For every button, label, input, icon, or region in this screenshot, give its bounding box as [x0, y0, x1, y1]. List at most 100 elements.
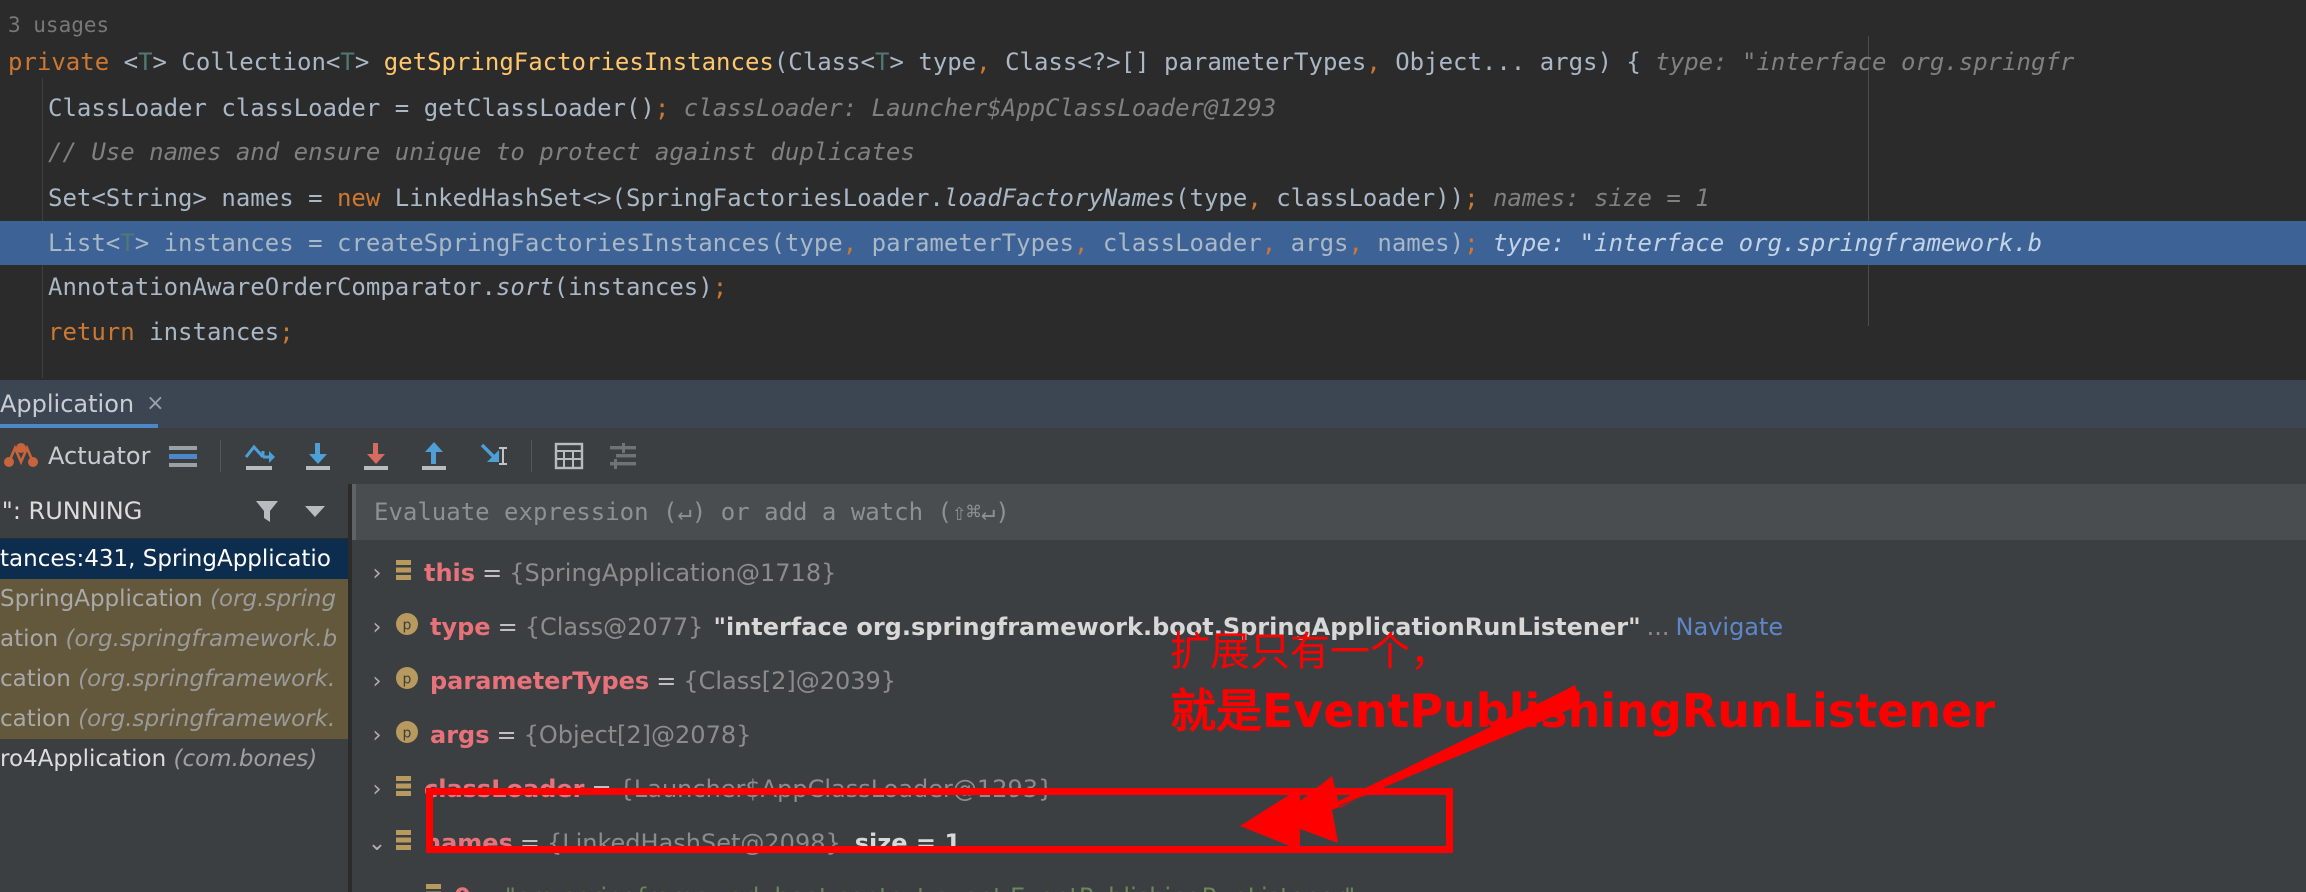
- code-token: ;: [654, 94, 670, 122]
- code-token: ;: [279, 318, 294, 346]
- frames-list: tances:431, SpringApplicatio SpringApplic…: [0, 539, 348, 779]
- chevron-right-icon[interactable]: ›: [360, 561, 394, 586]
- variable-name: 0: [454, 883, 471, 892]
- evaluate-expression-placeholder: Evaluate expression (↵) or add a watch (…: [374, 498, 1010, 526]
- frame-package-label: (org.spring: [210, 586, 337, 612]
- actuator-icon[interactable]: [0, 428, 48, 484]
- code-line-text: private <T> Collection<T> getSpringFacto…: [0, 48, 2074, 76]
- code-token: return: [48, 318, 135, 346]
- chevron-down-icon[interactable]: ⌄: [360, 831, 394, 856]
- code-token: (Class<: [773, 48, 876, 76]
- svg-text:p: p: [403, 618, 412, 634]
- code-token: >: [354, 48, 384, 76]
- frames-list-icon[interactable]: [156, 428, 210, 484]
- evaluate-expression-bar[interactable]: Evaluate expression (↵) or add a watch (…: [352, 484, 2306, 540]
- step-over-icon[interactable]: [231, 428, 289, 484]
- parameter-icon: p: [394, 611, 420, 643]
- variable-row[interactable]: › 0 = "org.springframework.boot.context.eve…: [352, 870, 2306, 892]
- actuator-label[interactable]: Actuator: [48, 442, 156, 470]
- code-token: ,: [1348, 229, 1363, 257]
- code-token: T: [120, 229, 135, 257]
- frame-row[interactable]: cation (org.springframework.: [0, 659, 348, 699]
- code-line-text: AnnotationAwareOrderComparator.sort(inst…: [0, 273, 727, 301]
- frame-row[interactable]: cation (org.springframework.: [0, 699, 348, 739]
- debug-toolbar: Actuator: [0, 428, 2306, 484]
- variable-equals: =: [482, 559, 503, 587]
- frame-row[interactable]: ro4Application (com.bones): [0, 739, 348, 779]
- frame-package-label: (org.springframework.b: [65, 626, 338, 652]
- navigate-link[interactable]: Navigate: [1676, 613, 1784, 641]
- code-editor[interactable]: 3 usages private <T> Collection<T> getSp…: [0, 0, 2306, 380]
- code-token: // Use names and ensure unique to protec…: [48, 138, 915, 166]
- frame-method-label: tances:431, SpringApplicatio: [0, 546, 331, 572]
- evaluate-expression-icon[interactable]: [542, 428, 596, 484]
- force-step-into-icon[interactable]: [347, 428, 405, 484]
- chevron-right-icon[interactable]: ›: [360, 777, 394, 802]
- close-icon[interactable]: ×: [146, 393, 164, 415]
- usages-inlay[interactable]: 3 usages: [8, 13, 109, 37]
- frame-row[interactable]: tances:431, SpringApplicatio: [0, 539, 348, 579]
- parameter-icon-glyph: p: [396, 721, 418, 743]
- svg-text:p: p: [403, 672, 412, 688]
- toolbar-separator: [220, 440, 222, 472]
- frame-row[interactable]: ation (org.springframework.b: [0, 619, 348, 659]
- toolbar-separator-2: [531, 440, 533, 472]
- variable-equals: =: [497, 613, 518, 641]
- ide-screenshot-root: 3 usages private <T> Collection<T> getSp…: [0, 0, 2306, 892]
- variable-row[interactable]: › this = {SpringApplication@1718}: [352, 546, 2306, 600]
- variable-ellipsis: ...: [1646, 613, 1670, 641]
- code-token: ;: [1464, 184, 1479, 212]
- field-icon: [394, 558, 414, 588]
- step-into-icon[interactable]: [289, 428, 347, 484]
- chevron-right-icon[interactable]: ›: [360, 669, 394, 694]
- settings-icon[interactable]: [596, 428, 650, 484]
- field-icon-glyph: [426, 884, 441, 892]
- code-line-names[interactable]: Set<String> names = new LinkedHashSet<>(…: [0, 176, 2306, 220]
- code-token: Set<String> names =: [48, 184, 337, 212]
- code-token: AnnotationAwareOrderComparator.: [48, 273, 496, 301]
- code-line-sig[interactable]: private <T> Collection<T> getSpringFacto…: [0, 40, 2306, 84]
- code-line-classloader[interactable]: ClassLoader classLoader = getClassLoader…: [0, 86, 2306, 130]
- code-token: type: "interface org.springfr: [1640, 48, 2075, 76]
- drop-frame-icon[interactable]: [463, 428, 521, 484]
- code-token: T: [875, 48, 890, 76]
- code-line-comment[interactable]: // Use names and ensure unique to protec…: [0, 130, 2306, 174]
- tab-application[interactable]: Application ×: [0, 380, 179, 428]
- chevron-right-icon[interactable]: ›: [360, 615, 394, 640]
- code-line-return[interactable]: return instances;: [0, 310, 2306, 354]
- code-token: classLoader: Launcher$AppClassLoader@129…: [669, 94, 1277, 122]
- chevron-down-icon[interactable]: [302, 502, 328, 524]
- frame-method-label: ro4Application: [0, 746, 174, 772]
- chevron-right-icon[interactable]: ›: [390, 885, 424, 892]
- code-token: ,: [1247, 184, 1262, 212]
- code-line-text: return instances;: [0, 318, 294, 346]
- annotation-line-1: 扩展只有一个，: [1170, 629, 1450, 675]
- code-token: classLoader: [1088, 229, 1262, 257]
- frame-row[interactable]: SpringApplication (org.spring: [0, 579, 348, 619]
- debug-tab-strip: Application ×: [0, 380, 2306, 428]
- field-icon-glyph: [396, 776, 411, 796]
- code-token: names): [1362, 229, 1465, 257]
- code-line-text: // Use names and ensure unique to protec…: [0, 138, 915, 166]
- field-icon-glyph: [396, 560, 411, 580]
- variable-equals: =: [496, 721, 517, 749]
- frame-method-label: cation: [0, 666, 79, 692]
- code-token: LinkedHashSet<>(SpringFactoriesLoader.: [380, 184, 944, 212]
- field-icon-glyph: [396, 830, 411, 850]
- code-line-sort[interactable]: AnnotationAwareOrderComparator.sort(inst…: [0, 265, 2306, 309]
- step-out-icon[interactable]: [405, 428, 463, 484]
- variable-string-value: "org.springframework.boot.context.event.…: [505, 883, 1355, 892]
- chevron-right-icon[interactable]: ›: [360, 723, 394, 748]
- code-token: Class<?>[] parameterTypes: [990, 48, 1367, 76]
- code-token: ;: [712, 273, 728, 301]
- frames-panel[interactable]: hain": RUNNING tances:431, SpringApplica…: [0, 484, 348, 892]
- field-icon: [424, 882, 444, 892]
- code-token: sort: [495, 273, 554, 301]
- filter-icon[interactable]: [252, 496, 282, 530]
- code-line-text: Set<String> names = new LinkedHashSet<>(…: [0, 184, 1710, 212]
- code-token: ,: [1073, 229, 1089, 257]
- code-line-instances[interactable]: List<T> instances = createSpringFactorie…: [0, 221, 2306, 265]
- code-token: instances: [134, 318, 280, 346]
- code-token: classLoader)): [1261, 184, 1465, 212]
